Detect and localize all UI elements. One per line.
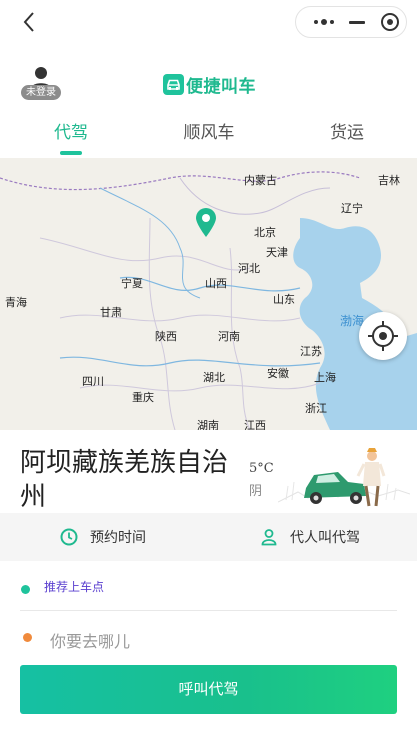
city-name: 阿坝藏族羌族自治州	[20, 448, 229, 512]
pickup-point-field[interactable]: 推荐上车点	[20, 572, 398, 608]
pickup-point-text: 推荐上车点	[44, 580, 105, 594]
map-label-neimenggu: 内蒙古	[244, 174, 277, 187]
clock-icon	[60, 528, 78, 546]
map-label-sichuan: 四川	[82, 375, 104, 388]
map-label-zhejiang: 浙江	[305, 402, 327, 415]
back-button[interactable]	[18, 10, 42, 34]
car-icon	[163, 73, 184, 95]
destination-placeholder: 你要去哪儿	[50, 632, 131, 651]
chevron-left-icon	[23, 12, 34, 32]
location-pin-icon	[196, 208, 216, 237]
map-label-hebei: 河北	[238, 262, 260, 275]
tab-freight[interactable]: 货运	[326, 118, 368, 148]
map-label-tianjin: 天津	[266, 246, 288, 259]
map-label-anhui: 安徽	[267, 367, 289, 380]
map-label-shaanxi: 陕西	[155, 330, 177, 343]
map-label-jiangxi: 江西	[244, 419, 266, 430]
map-label-ningxia: 宁夏	[121, 277, 143, 290]
map-label-beijing: 北京	[254, 226, 276, 239]
app-page: 未登录 便捷叫车 代驾 顺风车 货运 内蒙古 吉林 辽宁 北京 天津 河北 宁夏…	[0, 0, 417, 737]
car-driver-illustration	[278, 448, 410, 507]
more-icon[interactable]	[306, 7, 342, 37]
destination-dot-icon	[23, 633, 32, 642]
map-base	[0, 158, 417, 430]
map-label-chongqing: 重庆	[132, 391, 154, 404]
top-bar	[0, 0, 417, 44]
tab-carpool[interactable]: 顺风车	[178, 118, 240, 148]
brand-logo: 便捷叫车	[163, 72, 256, 97]
map-label-shanxi: 山西	[205, 277, 227, 290]
login-status-badge[interactable]: 未登录	[21, 85, 61, 100]
map-label-shandong: 山东	[273, 293, 295, 306]
mini-program-capsule	[295, 6, 407, 38]
temperature: 5°C	[249, 461, 274, 476]
locate-button[interactable]	[359, 312, 407, 360]
map-label-henan: 河南	[218, 330, 240, 343]
active-tab-indicator	[60, 151, 82, 155]
schedule-time-label: 预约时间	[90, 530, 146, 546]
map-label-hubei: 湖北	[203, 371, 225, 384]
pickup-dot-icon	[21, 585, 30, 594]
schedule-time-button[interactable]: 预约时间	[60, 513, 146, 561]
proxy-call-button[interactable]: 代人叫代驾	[260, 513, 360, 561]
minimize-icon[interactable]	[342, 7, 372, 37]
map-label-jilin: 吉林	[378, 174, 400, 187]
brand-name: 便捷叫车	[186, 76, 256, 97]
route-divider	[20, 610, 397, 611]
proxy-call-label: 代人叫代驾	[290, 530, 360, 546]
call-driver-button[interactable]: 呼叫代驾	[20, 665, 397, 714]
weather-condition: 阴	[249, 484, 263, 499]
map-view[interactable]: 内蒙古 吉林 辽宁 北京 天津 河北 宁夏 山西 青海 甘肃 山东 渤海 陕西 …	[0, 158, 417, 430]
map-label-liaoning: 辽宁	[341, 202, 363, 215]
map-label-hunan: 湖南	[197, 419, 219, 430]
person-icon	[261, 529, 277, 546]
map-label-jiangsu: 江苏	[300, 345, 322, 358]
close-icon[interactable]	[376, 7, 406, 37]
tab-designated-driver[interactable]: 代驾	[50, 118, 92, 148]
crosshair-icon	[368, 321, 398, 351]
destination-input[interactable]: 你要去哪儿	[20, 620, 398, 656]
map-label-qinghai: 青海	[5, 296, 27, 309]
map-label-gansu: 甘肃	[100, 306, 122, 319]
map-label-shanghai: 上海	[314, 371, 336, 384]
